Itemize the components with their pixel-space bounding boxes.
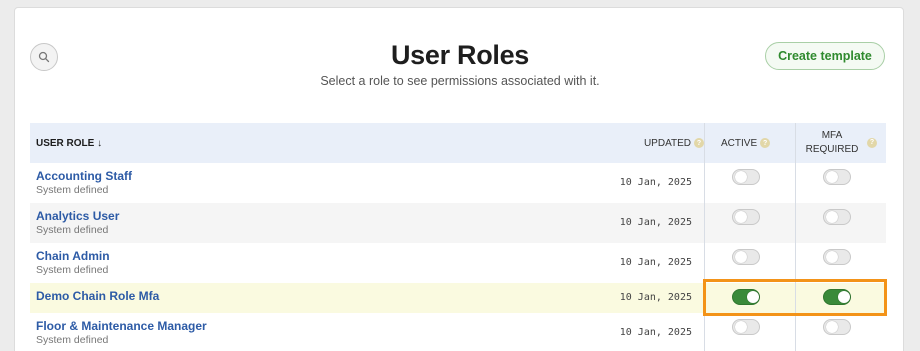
help-icon[interactable]: ? <box>760 138 771 148</box>
role-name-link[interactable]: Analytics User <box>36 209 119 223</box>
role-name-link[interactable]: Accounting Staff <box>36 169 132 183</box>
table-row[interactable]: Chain Admin System defined 10 Jan, 2025 <box>30 243 886 283</box>
toggle-knob <box>735 211 747 223</box>
active-toggle[interactable] <box>732 319 760 335</box>
table-row[interactable]: Floor & Maintenance Manager System define… <box>30 313 886 351</box>
column-header-active-label: ACTIVE <box>721 137 758 149</box>
toggle-knob <box>826 171 838 183</box>
table-row[interactable]: Analytics User System defined 10 Jan, 2025 <box>30 203 886 243</box>
column-divider <box>704 123 705 351</box>
column-divider <box>795 123 796 351</box>
mfa-required-toggle[interactable] <box>823 209 851 225</box>
toggle-knob <box>735 171 747 183</box>
updated-date: 10 Jan, 2025 <box>619 292 692 303</box>
active-toggle[interactable] <box>732 169 760 185</box>
help-icon[interactable]: ? <box>694 138 704 148</box>
toggle-knob <box>826 251 838 263</box>
column-header-mfa-label: MFA REQUIRED <box>805 130 859 155</box>
column-header-user-role[interactable]: USER ROLE ↓ <box>36 123 102 163</box>
updated-date: 10 Jan, 2025 <box>619 257 692 268</box>
column-header-active[interactable]: ACTIVE ? <box>721 123 771 163</box>
toggle-knob <box>735 251 747 263</box>
role-name-link[interactable]: Demo Chain Role Mfa <box>36 289 159 303</box>
mfa-required-toggle[interactable] <box>823 169 851 185</box>
role-source-label: System defined <box>36 184 109 196</box>
updated-date: 10 Jan, 2025 <box>619 217 692 228</box>
role-source-label: System defined <box>36 264 109 276</box>
role-source-label: System defined <box>36 334 109 346</box>
table-row[interactable]: Accounting Staff System defined 10 Jan, 20… <box>30 163 886 203</box>
create-template-button[interactable]: Create template <box>765 42 885 70</box>
role-name-link[interactable]: Chain Admin <box>36 249 110 263</box>
updated-date: 10 Jan, 2025 <box>619 327 692 338</box>
column-header-mfa-required[interactable]: MFA REQUIRED ? <box>805 123 877 163</box>
active-toggle[interactable] <box>732 249 760 265</box>
column-header-updated[interactable]: UPDATED ? <box>644 123 704 163</box>
role-source-label: System defined <box>36 224 109 236</box>
highlight-annotation <box>703 279 887 316</box>
mfa-required-toggle[interactable] <box>823 249 851 265</box>
updated-date: 10 Jan, 2025 <box>619 177 692 188</box>
toggle-knob <box>826 211 838 223</box>
toggle-knob <box>735 321 747 333</box>
role-name-link[interactable]: Floor & Maintenance Manager <box>36 319 207 333</box>
mfa-required-toggle[interactable] <box>823 319 851 335</box>
help-icon[interactable]: ? <box>867 138 877 148</box>
active-toggle[interactable] <box>732 209 760 225</box>
table-header: USER ROLE ↓ UPDATED ? ACTIVE ? MFA REQUIR… <box>30 123 886 163</box>
page-subtitle: Select a role to see permissions associa… <box>320 74 600 88</box>
toggle-knob <box>826 321 838 333</box>
column-header-updated-label: UPDATED <box>643 137 691 149</box>
